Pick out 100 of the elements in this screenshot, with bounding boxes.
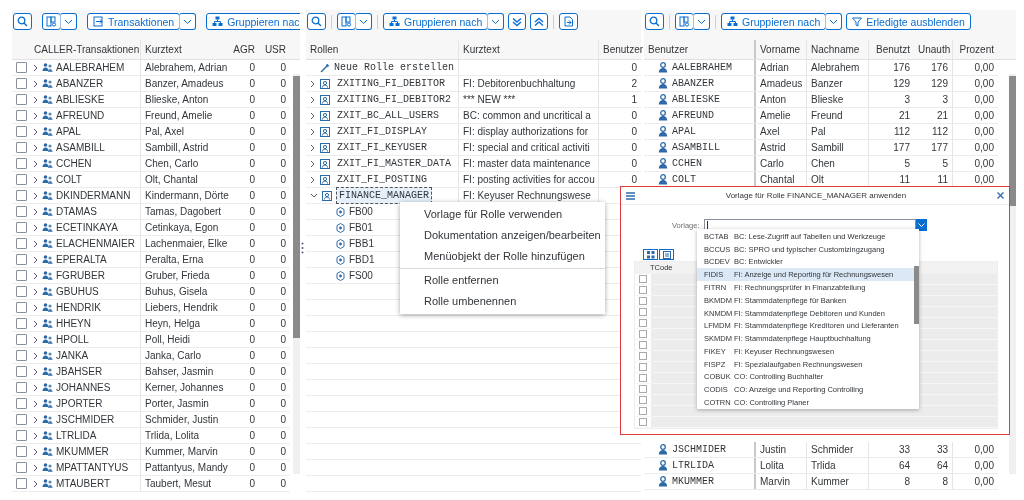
table-settings-button[interactable] bbox=[337, 13, 356, 30]
caret-button[interactable] bbox=[693, 13, 710, 30]
row-checkbox[interactable] bbox=[15, 126, 27, 137]
row-checkbox[interactable] bbox=[15, 190, 27, 201]
grid-button[interactable] bbox=[643, 249, 658, 260]
list-button[interactable] bbox=[659, 249, 674, 260]
row-checkbox[interactable] bbox=[15, 366, 27, 377]
chevron-right-icon[interactable] bbox=[310, 127, 316, 136]
row-checkbox[interactable] bbox=[15, 430, 27, 441]
row-checkbox[interactable] bbox=[15, 478, 27, 489]
user-id[interactable]: CCHEN bbox=[672, 156, 702, 171]
user-id[interactable]: ABLIESKE bbox=[672, 92, 720, 107]
row-checkbox[interactable] bbox=[15, 318, 27, 329]
row-checkbox[interactable] bbox=[15, 110, 27, 121]
row-checkbox[interactable] bbox=[15, 78, 27, 89]
column-header[interactable]: AGR bbox=[228, 40, 259, 59]
row-checkbox[interactable] bbox=[639, 385, 647, 393]
search-button[interactable] bbox=[13, 13, 32, 30]
row-checkbox[interactable] bbox=[15, 158, 27, 169]
column-header[interactable]: Rollen bbox=[306, 40, 458, 59]
expand-all-button[interactable] bbox=[508, 13, 527, 30]
chevron-right-icon[interactable] bbox=[310, 175, 316, 184]
user-id[interactable]: AALEBRAHEM bbox=[672, 60, 732, 75]
column-header[interactable]: Nachname bbox=[806, 40, 868, 59]
export-button[interactable] bbox=[559, 13, 579, 30]
row-checkbox[interactable] bbox=[15, 206, 27, 217]
row-checkbox[interactable] bbox=[639, 308, 647, 316]
splitter-handle[interactable] bbox=[301, 242, 304, 254]
caret-button[interactable] bbox=[179, 13, 197, 30]
caret-button[interactable] bbox=[60, 13, 77, 30]
row-checkbox[interactable] bbox=[639, 374, 647, 382]
user-id[interactable]: AFREUND bbox=[672, 108, 714, 123]
role-name[interactable]: ZXITING_FI_DEBITOR2 bbox=[334, 91, 455, 108]
row-checkbox[interactable] bbox=[15, 286, 27, 297]
role-name[interactable]: ZXIT_FI_MASTER_DATA bbox=[334, 155, 455, 172]
column-header[interactable]: Prozent bbox=[952, 40, 998, 59]
row-checkbox[interactable] bbox=[15, 62, 27, 73]
row-checkbox[interactable] bbox=[15, 142, 27, 153]
group-by-button[interactable]: Gruppieren nac bbox=[206, 13, 300, 30]
role-name[interactable]: ZXIT_FI_KEYUSER bbox=[334, 139, 430, 156]
row-checkbox[interactable] bbox=[15, 174, 27, 185]
row-checkbox[interactable] bbox=[639, 330, 647, 338]
scrollbar[interactable] bbox=[293, 74, 300, 474]
caret-button[interactable] bbox=[825, 13, 843, 30]
chevron-right-icon[interactable] bbox=[310, 79, 316, 88]
row-checkbox[interactable] bbox=[15, 254, 27, 265]
user-id[interactable]: APAL bbox=[672, 124, 696, 139]
menu-item[interactable]: Dokumentation anzeigen/bearbeiten bbox=[400, 225, 605, 246]
row-checkbox[interactable] bbox=[639, 341, 647, 349]
role-name[interactable]: ZXITING_FI_DEBITOR bbox=[334, 75, 449, 92]
search-button[interactable] bbox=[307, 13, 326, 30]
table-settings-button[interactable] bbox=[675, 13, 694, 30]
caret-button[interactable] bbox=[487, 13, 505, 30]
row-checkbox[interactable] bbox=[15, 446, 27, 457]
column-header[interactable]: Kurztext bbox=[458, 40, 598, 59]
user-id[interactable]: MKUMMER bbox=[672, 474, 714, 489]
user-id[interactable]: LTRLIDA bbox=[672, 458, 714, 473]
transactions-button[interactable]: Transaktionen bbox=[87, 13, 181, 30]
close-icon[interactable] bbox=[997, 192, 1004, 199]
chevron-down-icon[interactable] bbox=[310, 192, 318, 199]
role-name[interactable]: ZXIT_BC_ALL_USERS bbox=[334, 107, 443, 124]
chevron-right-icon[interactable] bbox=[310, 111, 316, 120]
column-header[interactable]: CALLER-Transaktionen bbox=[30, 40, 140, 59]
row-checkbox[interactable] bbox=[15, 414, 27, 425]
row-checkbox[interactable] bbox=[639, 418, 647, 426]
user-id[interactable]: ASAMBILL bbox=[672, 140, 720, 155]
group-by-button[interactable]: Gruppieren nach bbox=[383, 13, 489, 30]
chevron-right-icon[interactable] bbox=[310, 95, 316, 104]
scrollbar[interactable] bbox=[1009, 74, 1016, 474]
role-name[interactable]: ZXIT_FI_DISPLAY bbox=[334, 123, 430, 140]
row-checkbox[interactable] bbox=[639, 275, 647, 283]
menu-item[interactable]: Rolle entfernen bbox=[400, 270, 605, 291]
user-id[interactable]: COLT bbox=[672, 172, 696, 187]
row-checkbox[interactable] bbox=[15, 270, 27, 281]
row-checkbox[interactable] bbox=[15, 222, 27, 233]
scrollbar-thumb[interactable] bbox=[1009, 76, 1016, 206]
column-header[interactable]: Kurztext bbox=[140, 40, 228, 59]
menu-item[interactable]: Menüobjekt der Rolle hinzufügen bbox=[400, 246, 605, 267]
chevron-right-icon[interactable] bbox=[310, 159, 316, 168]
row-checkbox[interactable] bbox=[15, 238, 27, 249]
hide-completed-button[interactable]: Erledigte ausblenden bbox=[846, 13, 971, 30]
menu-item[interactable]: Rolle umbenennen bbox=[400, 291, 605, 312]
user-id[interactable]: ABANZER bbox=[672, 76, 714, 91]
user-id[interactable]: JSCHMIDER bbox=[672, 442, 726, 457]
row-checkbox[interactable] bbox=[639, 297, 647, 305]
role-name[interactable]: FINANCE_MANAGER bbox=[336, 187, 432, 204]
collapse-all-button[interactable] bbox=[530, 13, 549, 30]
chevron-right-icon[interactable] bbox=[310, 143, 316, 152]
column-header[interactable]: Benutzer bbox=[644, 40, 754, 59]
row-checkbox[interactable] bbox=[15, 382, 27, 393]
dropdown-button[interactable] bbox=[915, 219, 927, 231]
row-checkbox[interactable] bbox=[15, 94, 27, 105]
column-header[interactable]: Unauth bbox=[914, 40, 952, 59]
scrollbar-thumb[interactable] bbox=[293, 76, 300, 338]
row-checkbox[interactable] bbox=[639, 396, 647, 404]
role-name[interactable]: ZXIT_FI_POSTING bbox=[334, 171, 430, 188]
row-checkbox[interactable] bbox=[639, 363, 647, 371]
column-header[interactable]: Vorname bbox=[754, 40, 806, 59]
column-header[interactable]: Benutzt bbox=[868, 40, 914, 59]
table-settings-button[interactable] bbox=[42, 13, 61, 30]
